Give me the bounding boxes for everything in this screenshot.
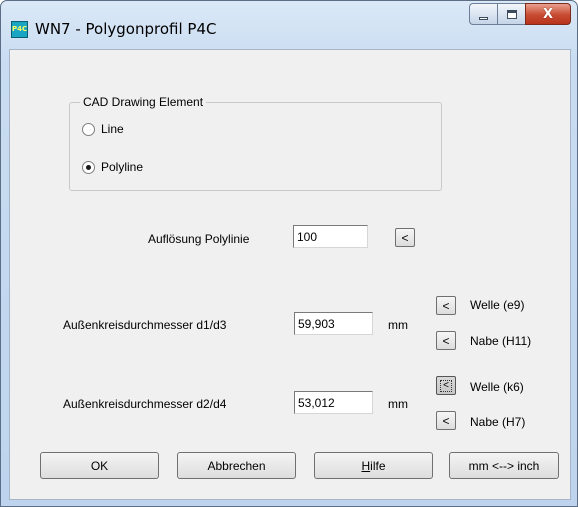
maximize-button[interactable] <box>497 3 525 25</box>
d2d4-label: Außenkreisdurchmesser d2/d4 <box>63 397 227 411</box>
close-button[interactable]: X <box>525 3 571 25</box>
maximize-icon <box>506 9 517 19</box>
group-legend: CAD Drawing Element <box>80 95 207 109</box>
radio-line[interactable]: Line <box>82 122 124 136</box>
resolution-input[interactable] <box>293 225 368 248</box>
radio-line-label: Line <box>101 122 124 136</box>
d1d3-input[interactable] <box>294 312 373 335</box>
d2d4-welle-button[interactable]: < <box>436 376 456 395</box>
dialog-window: P4C WN7 - Polygonprofil P4C X CAD Drawin… <box>0 0 578 507</box>
cancel-button[interactable]: Abbrechen <box>177 452 296 479</box>
units-toggle-button[interactable]: mm <--> inch <box>449 452 559 479</box>
title-bar[interactable]: P4C WN7 - Polygonprofil P4C X <box>1 1 577 49</box>
d1d3-unit: mm <box>388 318 408 332</box>
help-mnemonic: H <box>361 458 371 473</box>
d1d3-label: Außenkreisdurchmesser d1/d3 <box>63 318 227 332</box>
radio-polyline-indicator[interactable] <box>82 160 95 174</box>
d2d4-input[interactable] <box>294 391 373 414</box>
d2d4-welle-focus: < <box>440 379 452 392</box>
d1d3-welle-label: Welle (e9) <box>470 298 525 312</box>
cad-drawing-element-group: CAD Drawing Element Line Polyline <box>69 95 442 191</box>
radio-line-indicator[interactable] <box>82 122 95 136</box>
radio-polyline-label: Polyline <box>101 160 144 174</box>
dialog-client-area: CAD Drawing Element Line Polyline Auflös… <box>9 49 571 500</box>
d2d4-welle-label: Welle (k6) <box>470 380 524 394</box>
caption-buttons: X <box>469 3 571 25</box>
help-button[interactable]: Hilfe <box>314 452 433 479</box>
resolution-apply-button[interactable]: < <box>395 228 415 247</box>
radio-polyline[interactable]: Polyline <box>82 160 143 174</box>
d1d3-welle-button[interactable]: < <box>436 296 456 315</box>
d1d3-nabe-label: Nabe (H11) <box>470 334 532 348</box>
minimize-button[interactable] <box>469 3 497 25</box>
window-title: WN7 - Polygonprofil P4C <box>35 20 217 38</box>
d2d4-nabe-button[interactable]: < <box>436 411 456 430</box>
resolution-label: Auflösung Polylinie <box>148 232 250 246</box>
minimize-icon <box>479 16 488 20</box>
ok-button[interactable]: OK <box>40 452 159 479</box>
help-label-rest: ilfe <box>370 458 386 473</box>
close-icon: X <box>542 6 554 22</box>
d2d4-nabe-label: Nabe (H7) <box>470 415 526 429</box>
d2d4-unit: mm <box>388 397 408 411</box>
d1d3-nabe-button[interactable]: < <box>436 331 456 350</box>
app-icon: P4C <box>11 21 28 38</box>
